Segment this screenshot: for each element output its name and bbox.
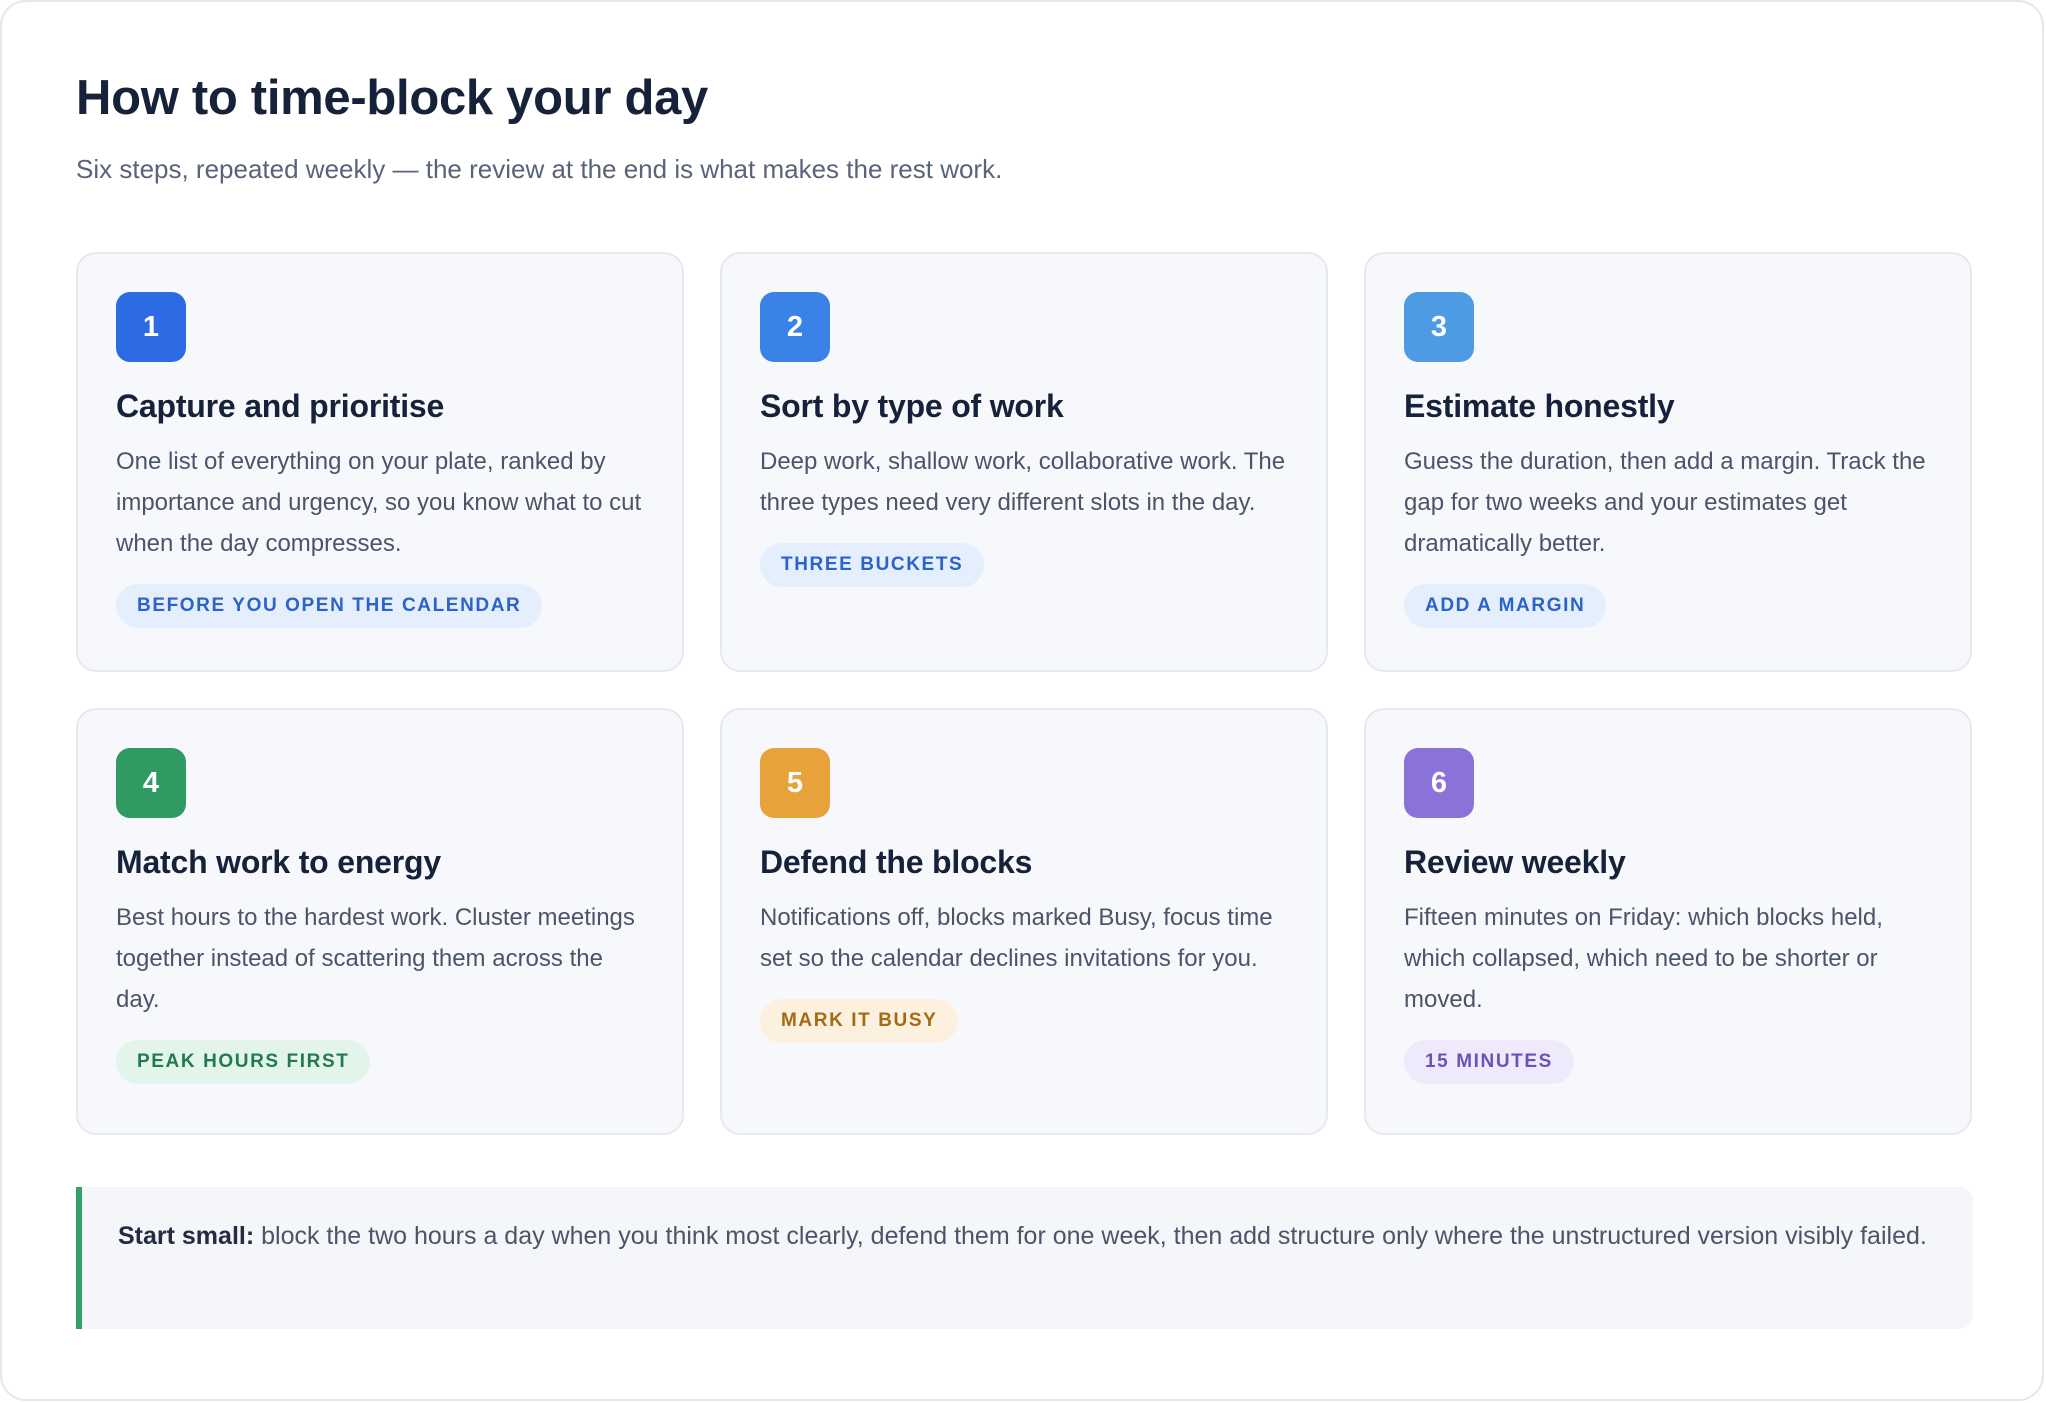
step-description: Guess the duration, then add a margin. T… — [1404, 448, 1926, 557]
step-description: Best hours to the hardest work. Cluster … — [116, 904, 635, 1013]
step-title: Sort by type of work — [760, 388, 1064, 424]
step-number-badge: 6 — [1404, 748, 1474, 818]
tip-text: block the two hours a day when you think… — [254, 1222, 1927, 1250]
step-description: Deep work, shallow work, collaborative w… — [760, 448, 1286, 516]
step-tag: PEAK HOURS FIRST — [116, 1040, 371, 1084]
step-card-4: 4 Match work to energy Best hours to the… — [76, 708, 684, 1135]
step-title: Estimate honestly — [1404, 388, 1675, 424]
step-number-badge: 1 — [116, 292, 186, 362]
step-number-badge: 4 — [116, 748, 186, 818]
step-tag: MARK IT BUSY — [760, 999, 959, 1043]
step-tag: 15 MINUTES — [1404, 1040, 1574, 1084]
step-card-3: 3 Estimate honestly Guess the duration, … — [1364, 252, 1972, 672]
step-tag: BEFORE YOU OPEN THE CALENDAR — [116, 584, 543, 628]
step-number-badge: 2 — [760, 292, 830, 362]
tip-callout: Start small: block the two hours a day w… — [76, 1187, 1973, 1329]
step-description: Notifications off, blocks marked Busy, f… — [760, 904, 1273, 972]
step-description: One list of everything on your plate, ra… — [116, 448, 642, 557]
step-card-6: 6 Review weekly Fifteen minutes on Frida… — [1364, 708, 1972, 1135]
step-description: Fifteen minutes on Friday: which blocks … — [1404, 904, 1883, 1013]
step-tag: ADD A MARGIN — [1404, 584, 1607, 628]
step-tag: THREE BUCKETS — [760, 543, 985, 587]
steps-grid: 1 Capture and prioritise One list of eve… — [76, 252, 1972, 1135]
step-number-badge: 3 — [1404, 292, 1474, 362]
step-title: Match work to energy — [116, 844, 441, 880]
step-title: Review weekly — [1404, 844, 1626, 880]
step-card-1: 1 Capture and prioritise One list of eve… — [76, 252, 684, 672]
step-title: Capture and prioritise — [116, 388, 445, 424]
step-card-2: 2 Sort by type of work Deep work, shallo… — [720, 252, 1328, 672]
page-container: How to time-block your day Six steps, re… — [0, 0, 2044, 1401]
page-title: How to time-block your day — [76, 71, 708, 125]
page-subtitle: Six steps, repeated weekly — the review … — [76, 154, 1003, 184]
tip-lead: Start small: — [118, 1222, 255, 1250]
step-number-badge: 5 — [760, 748, 830, 818]
step-title: Defend the blocks — [760, 844, 1033, 880]
step-card-5: 5 Defend the blocks Notifications off, b… — [720, 708, 1328, 1135]
